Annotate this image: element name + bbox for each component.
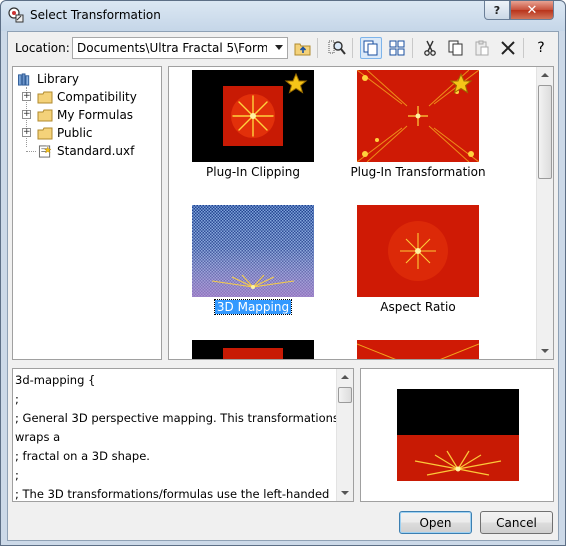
thumbnail-partial[interactable] xyxy=(192,340,314,359)
formula-file-icon xyxy=(38,144,52,158)
app-icon xyxy=(8,7,24,23)
window-title: Select Transformation xyxy=(30,8,161,22)
small-icons-view-icon xyxy=(389,40,405,56)
small-icons-view-button[interactable] xyxy=(386,37,408,59)
description-line: ; The 3D transformations/formulas use th… xyxy=(15,487,330,501)
folder-icon xyxy=(37,109,53,121)
location-label: Location: xyxy=(15,41,70,55)
help-glyph: ? xyxy=(493,3,501,17)
cut-button[interactable] xyxy=(419,37,441,59)
help-icon: ? xyxy=(537,40,545,56)
tree-item-standard-uxf[interactable]: Standard.uxf xyxy=(37,142,134,160)
tree-item-library[interactable]: Library xyxy=(17,70,79,88)
preview-image xyxy=(397,389,519,481)
thumbnail-aspect-ratio[interactable] xyxy=(357,205,479,297)
tree-label: Standard.uxf xyxy=(57,144,135,158)
scroll-up-icon[interactable] xyxy=(541,73,549,77)
folder-up-button[interactable] xyxy=(292,37,314,59)
formula-description[interactable]: 3d-mapping { ; ; General 3D perspective … xyxy=(12,368,354,502)
expand-toggle[interactable]: + xyxy=(22,128,31,137)
selected-label: 3D Mapping xyxy=(213,299,293,315)
formula-gallery[interactable]: Plug-In Clipping Plug-In Transformation … xyxy=(168,66,554,360)
thumbnail-3d-mapping[interactable] xyxy=(192,205,314,297)
paste-icon xyxy=(475,40,489,56)
caption-3d-mapping[interactable]: 3D Mapping xyxy=(178,299,328,315)
help-button[interactable]: ? xyxy=(530,37,552,59)
paste-button[interactable] xyxy=(471,37,493,59)
close-button[interactable]: ✕ xyxy=(510,1,554,20)
description-scrollbar[interactable] xyxy=(336,369,353,501)
cancel-button[interactable]: Cancel xyxy=(480,511,553,534)
scroll-down-icon[interactable] xyxy=(341,491,349,495)
title-help-button[interactable]: ? xyxy=(484,1,510,20)
tree-label: Compatibility xyxy=(57,90,137,104)
large-icons-view-icon xyxy=(363,40,378,56)
preview-pane xyxy=(360,368,554,502)
library-icon xyxy=(18,72,30,86)
copy-button[interactable] xyxy=(445,37,467,59)
folder-icon xyxy=(37,127,53,139)
gallery-scrollbar[interactable] xyxy=(536,67,553,359)
toolbar-separator xyxy=(352,38,353,58)
tree-item-compatibility[interactable]: Compatibility xyxy=(37,88,137,106)
tree-item-my-formulas[interactable]: My Formulas xyxy=(37,106,133,124)
thumbnail-plug-in-clipping[interactable] xyxy=(192,70,314,162)
open-button[interactable]: Open xyxy=(399,511,472,534)
copy-icon xyxy=(448,40,463,56)
thumbnail-plug-in-transformation[interactable] xyxy=(357,70,479,162)
scroll-down-icon[interactable] xyxy=(541,349,549,353)
find-button[interactable] xyxy=(326,37,348,59)
chevron-down-icon[interactable] xyxy=(275,45,283,50)
scroll-up-icon[interactable] xyxy=(341,375,349,379)
tree-label: Public xyxy=(57,126,93,140)
location-value: Documents\Ultra Fractal 5\Formul xyxy=(77,41,267,55)
description-line: wraps a xyxy=(15,430,61,444)
description-line: ; xyxy=(15,468,19,482)
dialog-body: Location: Documents\Ultra Fractal 5\Form… xyxy=(7,31,559,541)
caption-plug-in-transformation: Plug-In Transformation xyxy=(350,165,486,179)
tree-connector xyxy=(26,151,36,152)
folder-up-icon xyxy=(294,43,311,56)
find-icon xyxy=(328,40,346,55)
description-line: ; General 3D perspective mapping. This t… xyxy=(15,411,339,425)
folder-icon xyxy=(37,91,53,103)
description-line: ; fractal on a 3D shape. xyxy=(15,449,150,463)
large-icons-view-button[interactable] xyxy=(360,37,382,59)
tree-item-public[interactable]: Public xyxy=(37,124,93,142)
location-combobox[interactable]: Documents\Ultra Fractal 5\Formul xyxy=(72,37,288,59)
scroll-thumb[interactable] xyxy=(538,85,552,179)
description-text: 3d-mapping { ; ; General 3D perspective … xyxy=(15,371,339,501)
title-bar[interactable]: Select Transformation ? ✕ xyxy=(1,1,565,31)
expand-toggle[interactable]: + xyxy=(22,92,31,101)
description-line: ; xyxy=(15,392,19,406)
expand-toggle[interactable]: + xyxy=(22,110,31,119)
library-tree[interactable]: Library Compatibility + My Formulas + Pu… xyxy=(12,66,162,360)
toolbar-separator xyxy=(317,38,318,58)
tree-label: Library xyxy=(37,72,79,86)
close-icon: ✕ xyxy=(526,2,538,18)
cut-icon xyxy=(424,40,436,56)
caption-plug-in-clipping: Plug-In Clipping xyxy=(206,165,300,179)
tree-label: My Formulas xyxy=(57,108,134,122)
toolbar-separator xyxy=(412,38,413,58)
delete-icon xyxy=(501,41,515,55)
select-transformation-dialog: Select Transformation ? ✕ Location: Docu… xyxy=(0,0,566,546)
toolbar-separator xyxy=(523,38,524,58)
scroll-thumb[interactable] xyxy=(338,387,352,403)
delete-button[interactable] xyxy=(497,37,519,59)
thumbnail-partial[interactable] xyxy=(357,340,479,359)
caption-aspect-ratio: Aspect Ratio xyxy=(380,300,456,314)
description-line: 3d-mapping { xyxy=(15,373,96,387)
